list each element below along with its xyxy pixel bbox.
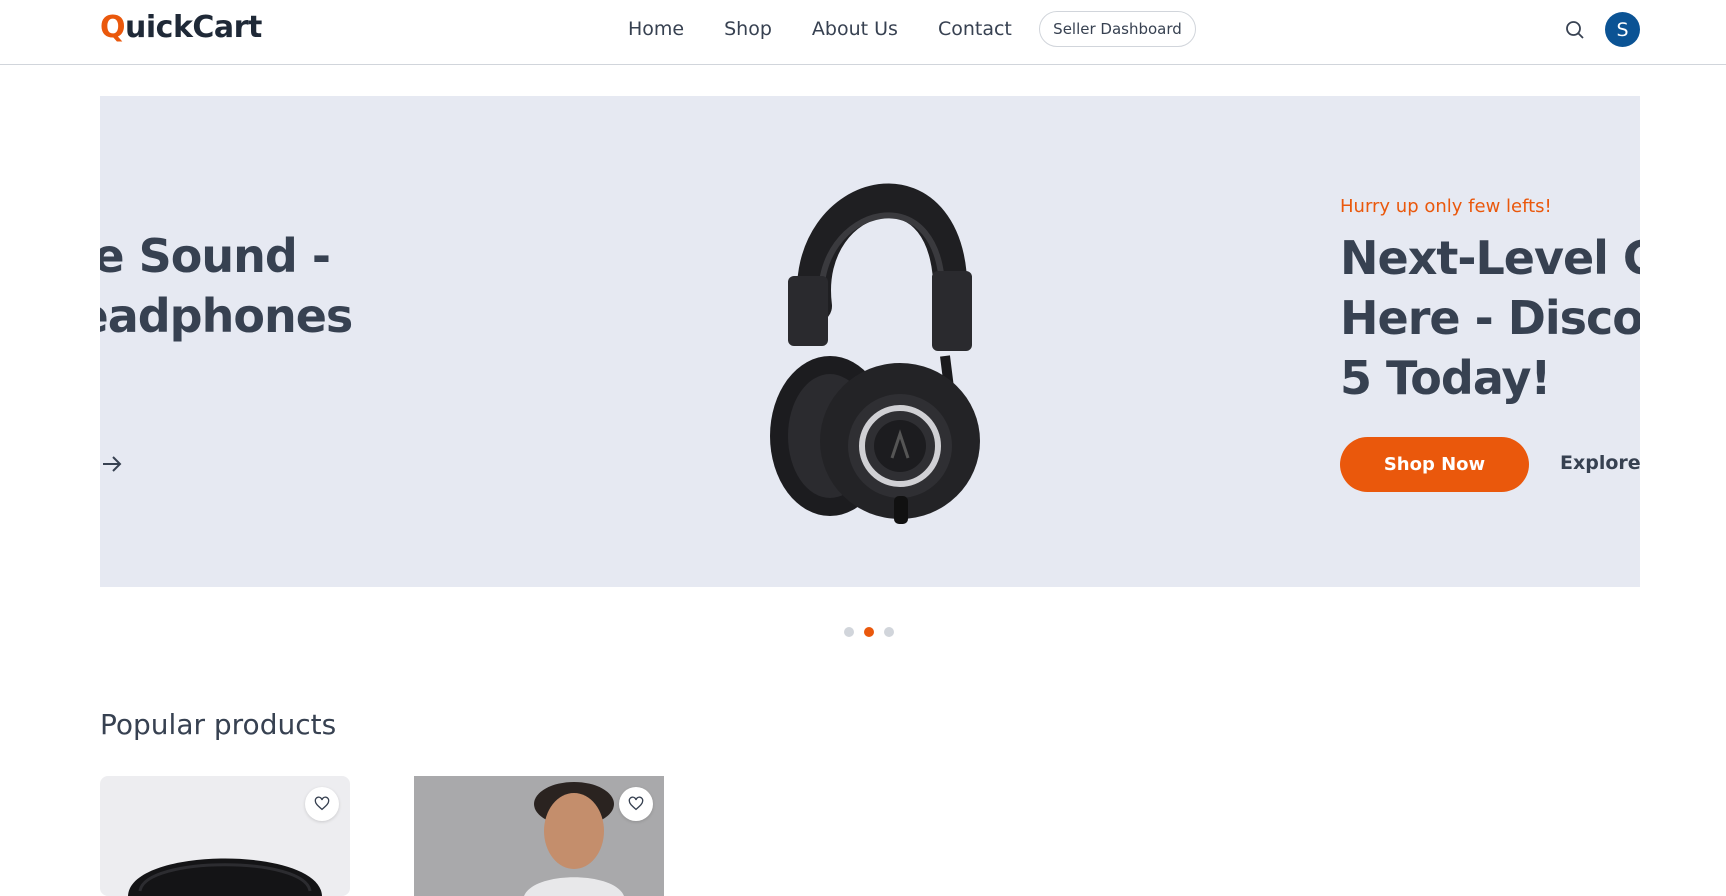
shop-now-button[interactable]: Shop Now bbox=[1340, 437, 1529, 492]
product-card[interactable] bbox=[414, 776, 664, 896]
nav-shop[interactable]: Shop bbox=[724, 18, 772, 40]
product-card[interactable] bbox=[100, 776, 350, 896]
slide-1-title: ure Sound - Headphones bbox=[100, 229, 353, 343]
popular-products-heading: Popular products bbox=[100, 708, 337, 741]
logo[interactable]: QuickCart bbox=[100, 10, 262, 45]
headphones-image bbox=[770, 183, 980, 524]
heart-icon bbox=[628, 796, 644, 811]
navbar: QuickCart Home Shop About Us Contact Sel… bbox=[0, 0, 1726, 65]
nav-contact[interactable]: Contact bbox=[938, 18, 1012, 40]
slide-2-title: Next-Level Ga Here - Discove 5 Today! bbox=[1340, 231, 1640, 405]
nav-home[interactable]: Home bbox=[628, 18, 684, 40]
carousel-dot-3[interactable] bbox=[884, 627, 894, 637]
avatar[interactable]: S bbox=[1605, 12, 1640, 47]
hero-slide-headphones: ure Sound - Headphones bbox=[100, 96, 1328, 587]
slide-2-tag: Hurry up only few lefts! bbox=[1340, 196, 1552, 217]
main-nav: Home Shop About Us Contact bbox=[628, 18, 1012, 40]
wishlist-button[interactable] bbox=[619, 787, 653, 821]
seller-dashboard-button[interactable]: Seller Dashboard bbox=[1039, 11, 1196, 47]
arrow-right-icon[interactable] bbox=[100, 452, 124, 476]
carousel-dots bbox=[844, 627, 894, 637]
logo-text: uickCart bbox=[125, 10, 262, 45]
nav-about-us[interactable]: About Us bbox=[812, 18, 898, 40]
explore-deals-link[interactable]: Explore D bbox=[1560, 452, 1640, 474]
carousel-dot-1[interactable] bbox=[844, 627, 854, 637]
search-icon[interactable] bbox=[1563, 18, 1587, 42]
heart-icon bbox=[314, 796, 330, 811]
carousel-dot-2[interactable] bbox=[864, 627, 874, 637]
hero-slide-gaming: Hurry up only few lefts! Next-Level Ga H… bbox=[1230, 96, 1640, 587]
wishlist-button[interactable] bbox=[305, 787, 339, 821]
hero-carousel: ure Sound - Headphones Hurry up only few… bbox=[100, 96, 1640, 587]
